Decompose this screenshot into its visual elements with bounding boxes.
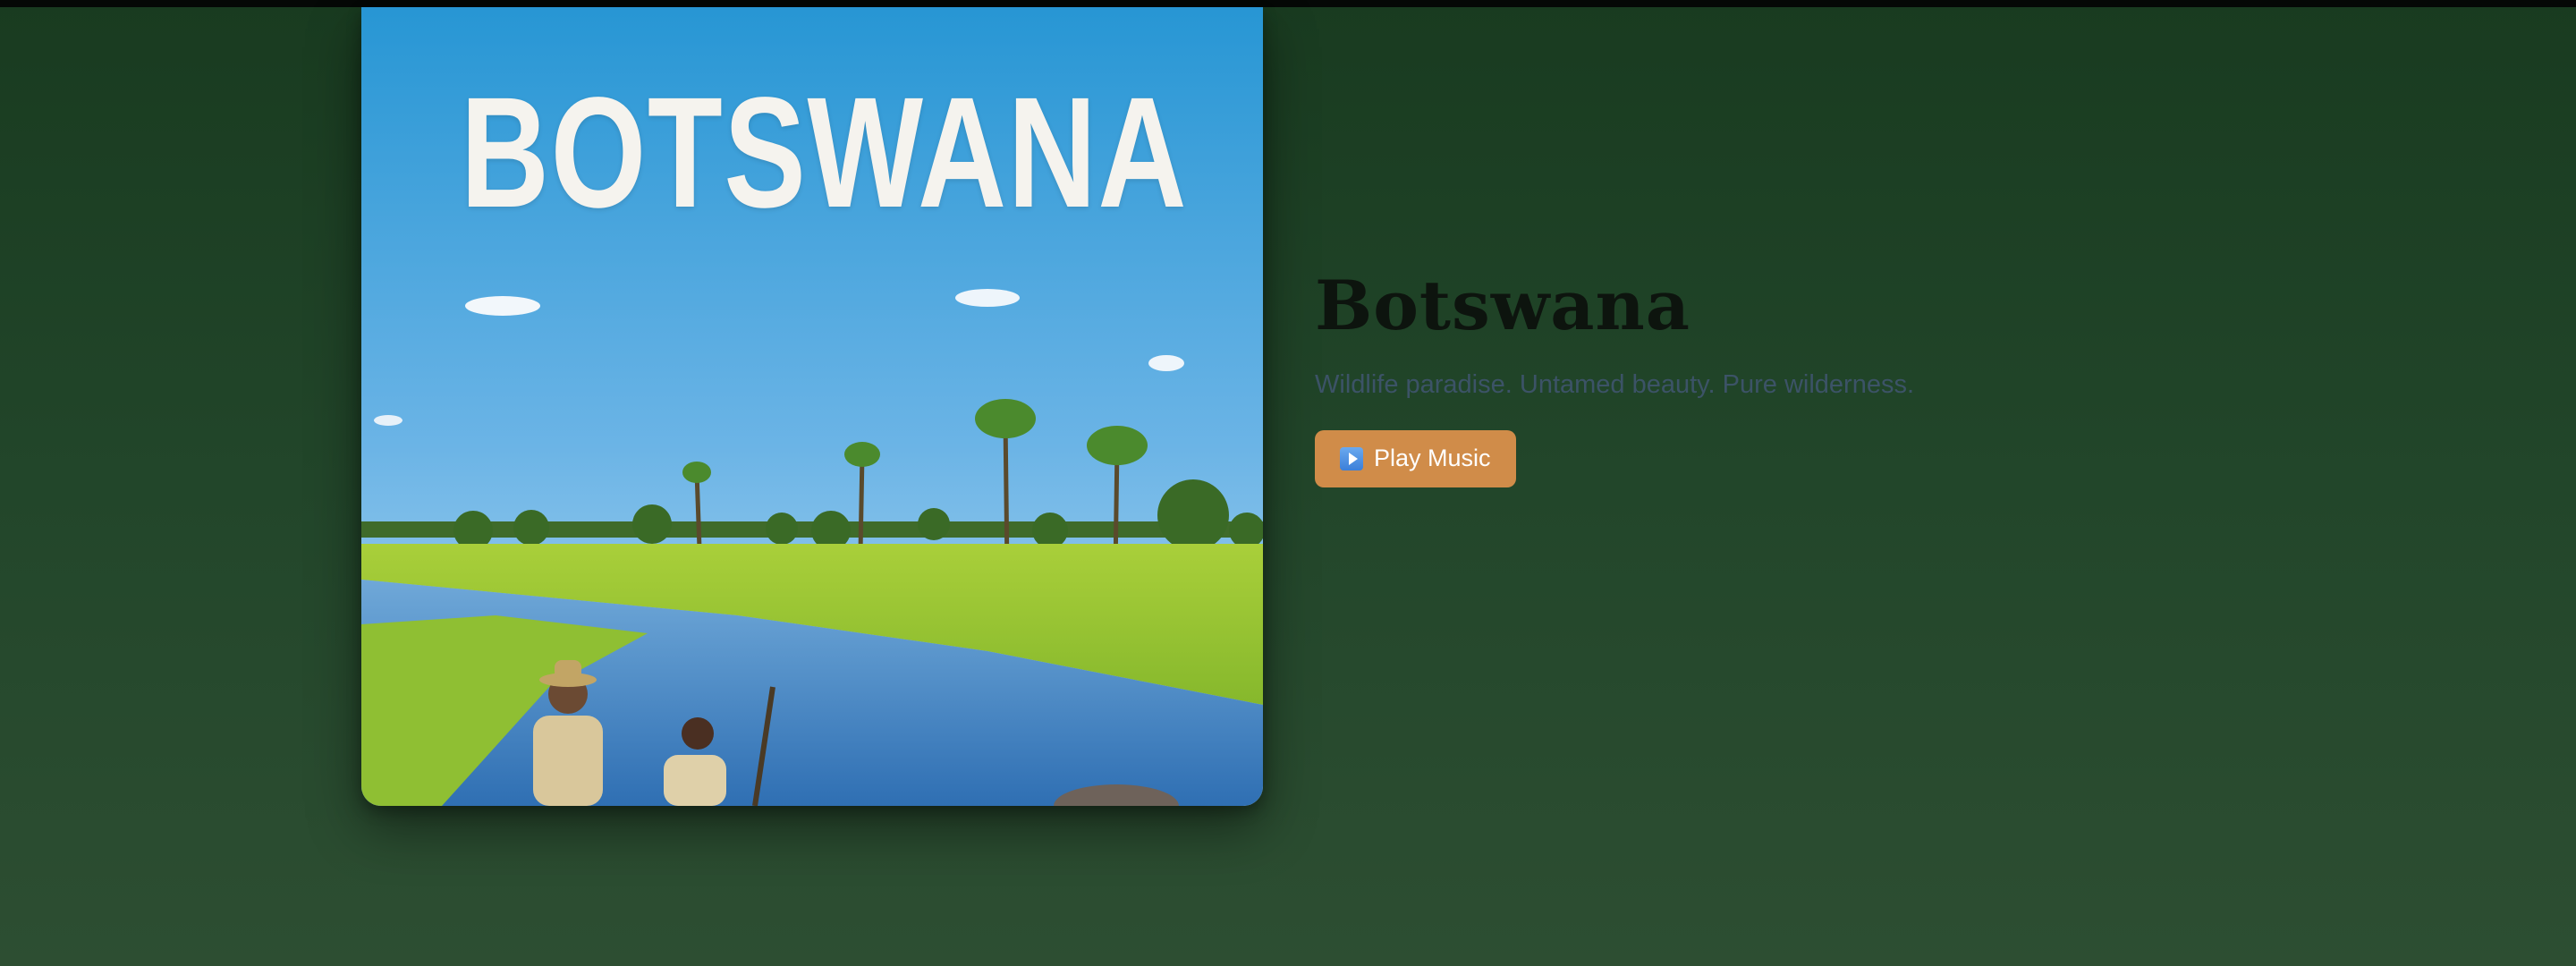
destination-info: Botswana Wildlife paradise. Untamed beau…: [1315, 268, 2120, 487]
destination-tagline: Wildlife paradise. Untamed beauty. Pure …: [1315, 369, 1915, 399]
play-music-button[interactable]: Play Music: [1315, 429, 1516, 487]
poster-title: BOTSWANA: [460, 65, 1189, 241]
destination-title: Botswana: [1315, 266, 1690, 345]
play-icon: [1340, 446, 1363, 470]
top-strip: [0, 0, 2576, 7]
play-music-label: Play Music: [1374, 445, 1491, 472]
destination-poster: BOTSWANA: [361, 7, 1263, 806]
